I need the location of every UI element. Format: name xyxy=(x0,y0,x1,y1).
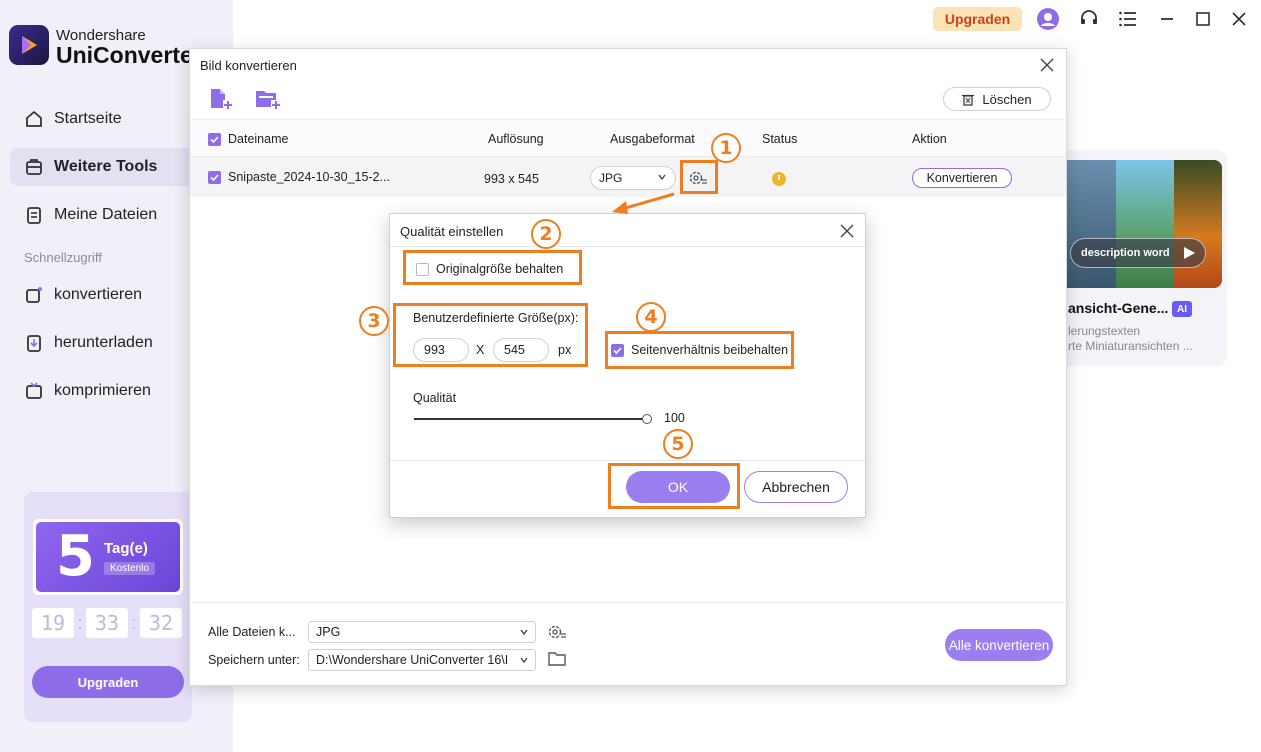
clear-button-label: Löschen xyxy=(982,91,1032,107)
cancel-button[interactable]: Abbrechen xyxy=(744,471,848,503)
chevron-down-icon xyxy=(658,174,666,181)
quality-value: 100 xyxy=(664,411,685,425)
dialog-close-icon[interactable] xyxy=(1038,56,1056,74)
app-logo xyxy=(9,25,49,65)
compress-icon xyxy=(23,380,45,402)
upgrade-button[interactable]: Upgraden xyxy=(933,7,1022,31)
column-status: Status xyxy=(762,132,798,146)
tool-card-title: ansicht-Gene... xyxy=(1068,300,1169,316)
annotation-box-original-size xyxy=(403,250,582,285)
annotation-step-1: 1 xyxy=(711,133,741,163)
quality-slider-track[interactable] xyxy=(414,418,647,420)
annotation-box-ok xyxy=(608,463,740,509)
dialog-title: Bild konvertieren xyxy=(200,58,297,73)
column-filename: Dateiname xyxy=(228,132,289,146)
annotation-step-2: 2 xyxy=(531,219,561,249)
annotation-step-3: 3 xyxy=(359,306,389,336)
trial-countdown: 19 : 33 : 32 xyxy=(32,608,184,638)
file-table-header: Dateiname Auflösung Ausgabeformat Status… xyxy=(190,119,1066,157)
annotation-box-custom-size xyxy=(393,303,588,367)
sidebar-item-label: herunterladen xyxy=(54,334,153,351)
menu-icon[interactable] xyxy=(1116,7,1140,31)
countdown-seconds: 32 xyxy=(140,608,182,638)
column-resolution: Auflösung xyxy=(488,132,544,146)
row-filename: Snipaste_2024-10-30_15-2... xyxy=(228,170,390,184)
output-format-select[interactable]: JPG xyxy=(590,166,676,190)
clear-button[interactable]: Löschen xyxy=(943,87,1051,111)
sidebar-item-label: Startseite xyxy=(54,110,122,127)
annotation-step-5: 5 xyxy=(663,429,693,459)
trial-days-unit: Tag(e) xyxy=(104,540,148,557)
background-tool-card[interactable]: description word ansicht-Gene... AI leru… xyxy=(1050,150,1227,366)
quick-access-label: Schnellzugriff xyxy=(24,250,102,265)
trial-days-number: 5 xyxy=(56,524,95,589)
save-path-select[interactable]: D:\Wondershare UniConverter 16\I xyxy=(308,649,536,671)
minimize-icon[interactable] xyxy=(1155,7,1179,31)
trial-card: 5 Tag(e) Kostenlo 19 : 33 : 32 Upgraden xyxy=(24,492,192,722)
row-checkbox[interactable] xyxy=(208,171,221,184)
folder-icon[interactable] xyxy=(547,650,567,670)
countdown-hours: 19 xyxy=(32,608,74,638)
convert-icon xyxy=(23,284,45,306)
sidebar-item-label: konvertieren xyxy=(54,286,143,303)
quality-label: Qualität xyxy=(413,391,457,405)
quality-dialog-title: Qualität einstellen xyxy=(400,224,504,239)
annotation-box-aspect-ratio xyxy=(605,331,794,369)
chevron-down-icon xyxy=(520,629,528,636)
convert-all-button[interactable]: Alle konvertieren xyxy=(945,629,1053,661)
trash-icon xyxy=(962,93,975,106)
column-output-format: Ausgabeformat xyxy=(610,132,695,146)
tool-card-thumbnail: description word xyxy=(1060,160,1222,288)
headset-icon[interactable] xyxy=(1077,7,1101,31)
column-action: Aktion xyxy=(912,132,947,146)
sidebar-item-label: komprimieren xyxy=(54,382,151,399)
pending-status-icon xyxy=(772,172,786,186)
countdown-minutes: 33 xyxy=(86,608,128,638)
files-icon xyxy=(23,204,45,226)
close-window-icon[interactable] xyxy=(1227,7,1251,31)
quality-slider-handle[interactable] xyxy=(642,414,652,424)
annotation-step-4: 4 xyxy=(636,302,666,332)
save-location-label: Speichern unter: xyxy=(208,653,300,667)
table-row: Snipaste_2024-10-30_15-2... 993 x 545 JP… xyxy=(190,157,1066,197)
add-folder-icon[interactable] xyxy=(254,87,282,111)
convert-button[interactable]: Konvertieren xyxy=(912,168,1012,188)
user-avatar-icon[interactable] xyxy=(1036,7,1060,31)
all-files-format-value: JPG xyxy=(316,625,341,639)
row-resolution: 993 x 545 xyxy=(484,172,539,186)
all-files-label: Alle Dateien k... xyxy=(208,625,296,639)
home-icon xyxy=(23,108,45,130)
maximize-icon[interactable] xyxy=(1191,7,1215,31)
sidebar-item-label: Weitere Tools xyxy=(54,158,158,175)
toolbox-icon xyxy=(23,156,45,178)
thumbnail-prompt: description word xyxy=(1070,238,1206,268)
trial-upgrade-button[interactable]: Upgraden xyxy=(32,666,184,698)
download-icon xyxy=(23,332,45,354)
trial-days-box: 5 Tag(e) Kostenlo xyxy=(33,519,183,595)
tool-card-desc-line1: lerungstexten xyxy=(1068,324,1141,338)
annotation-arrow xyxy=(612,192,675,214)
select-all-checkbox[interactable] xyxy=(208,133,221,146)
quality-close-icon[interactable] xyxy=(839,223,855,239)
save-path-value: D:\Wondershare UniConverter 16\I xyxy=(316,653,509,667)
ai-badge: AI xyxy=(1172,301,1192,317)
chevron-down-icon xyxy=(520,657,528,664)
sidebar-item-label: Meine Dateien xyxy=(54,206,158,223)
output-format-value: JPG xyxy=(599,171,623,185)
trial-free-badge: Kostenlo xyxy=(104,562,155,575)
all-files-format-select[interactable]: JPG xyxy=(308,621,536,643)
annotation-box-settings xyxy=(680,160,718,194)
add-file-icon[interactable] xyxy=(208,87,234,111)
all-files-settings-icon[interactable] xyxy=(547,622,567,642)
tool-card-desc-line2: rte Miniaturansichten ... xyxy=(1068,339,1193,353)
brand-title: UniConverter xyxy=(56,42,202,68)
